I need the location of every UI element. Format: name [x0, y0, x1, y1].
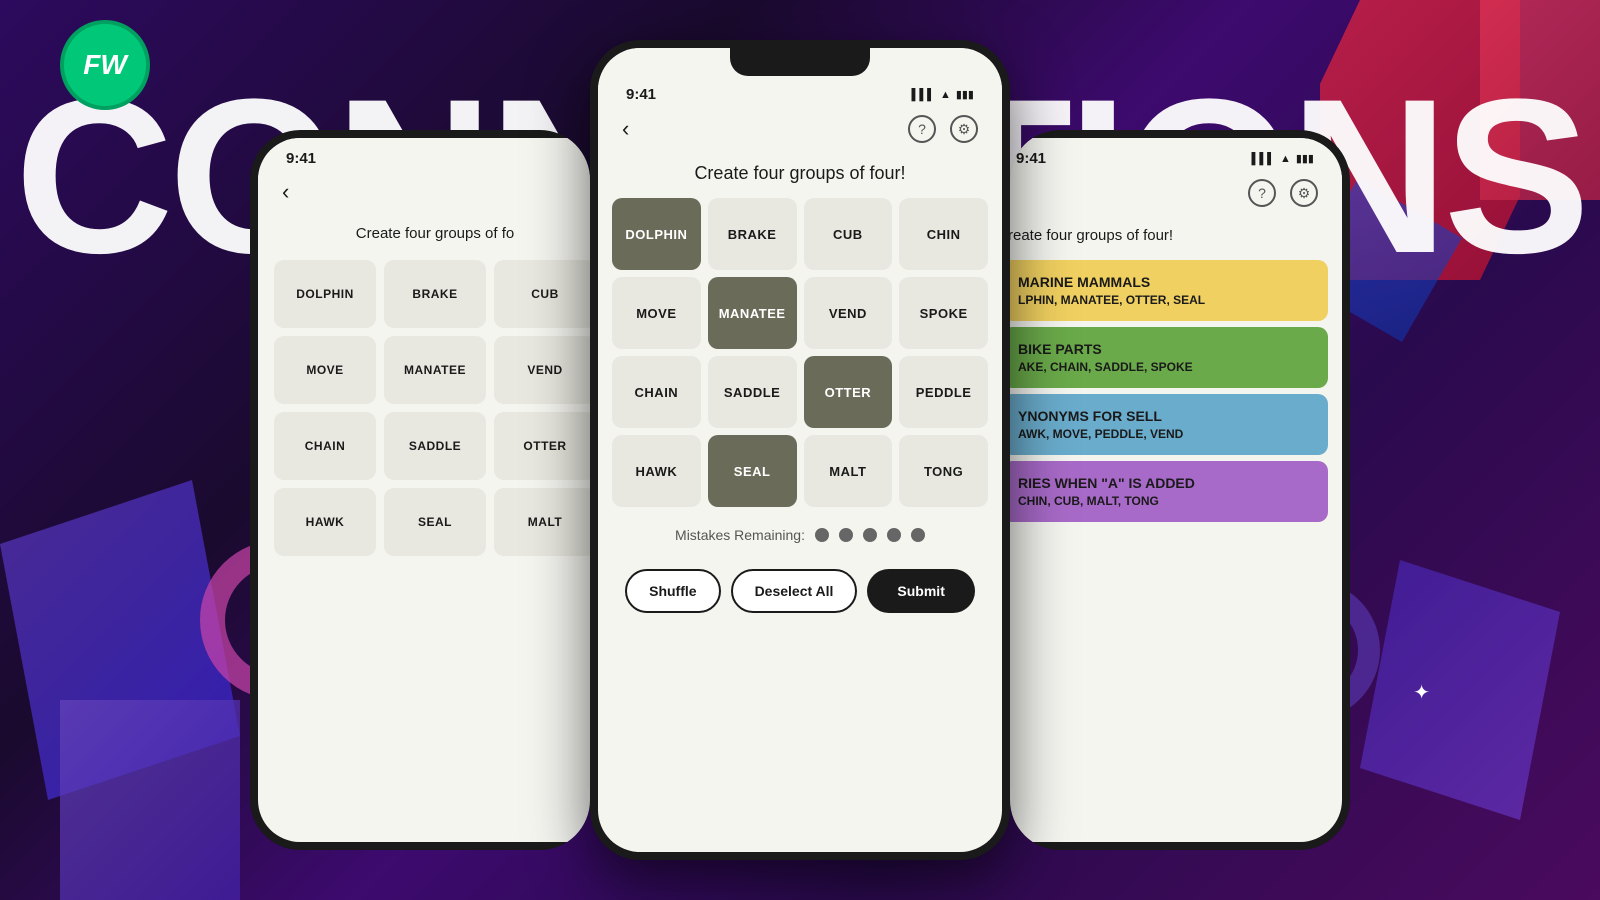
- right-status-bar: 9:41 ▌▌▌ ▲ ▮▮▮: [988, 138, 1342, 171]
- mistakes-row: Mistakes Remaining:: [598, 511, 1002, 559]
- right-settings-icon[interactable]: ⚙: [1290, 179, 1318, 207]
- category-marine: MARINE MAMMALS LPHIN, MANATEE, OTTER, SE…: [1002, 260, 1328, 321]
- right-signal-icon: ▌▌▌: [1252, 153, 1275, 165]
- center-game-title: Create four groups of four!: [598, 151, 1002, 194]
- action-buttons: Shuffle Deselect All Submit: [598, 559, 1002, 629]
- tile-dolphin-center[interactable]: DOLPHIN: [612, 198, 701, 270]
- tile-vend-center[interactable]: VEND: [804, 277, 893, 349]
- dot-4: [887, 528, 901, 542]
- tile-cub-left[interactable]: CUB: [494, 260, 596, 328]
- right-status-time: 9:41: [1016, 150, 1046, 167]
- phone-right-screen: 9:41 ▌▌▌ ▲ ▮▮▮ ? ⚙ reate four groups of …: [988, 138, 1342, 842]
- deselect-button[interactable]: Deselect All: [731, 569, 858, 613]
- tile-move-left[interactable]: MOVE: [274, 336, 376, 404]
- shuffle-button[interactable]: Shuffle: [625, 569, 720, 613]
- right-status-icons: ▌▌▌ ▲ ▮▮▮: [1252, 152, 1314, 165]
- tile-chin-center[interactable]: CHIN: [899, 198, 988, 270]
- tile-manatee-left[interactable]: MANATEE: [384, 336, 486, 404]
- center-status-icons: ▌▌▌ ▲ ▮▮▮: [912, 88, 974, 101]
- tile-peddle-center[interactable]: PEDDLE: [899, 356, 988, 428]
- tile-chain-left[interactable]: CHAIN: [274, 412, 376, 480]
- tile-brake-left[interactable]: BRAKE: [384, 260, 486, 328]
- tile-seal-center[interactable]: SEAL: [708, 435, 797, 507]
- tile-otter-left[interactable]: OTTER: [494, 412, 596, 480]
- tile-seal-left[interactable]: SEAL: [384, 488, 486, 556]
- settings-icon[interactable]: ⚙: [950, 115, 978, 143]
- center-word-grid: DOLPHIN BRAKE CUB CHIN MOVE MANATEE VEND…: [598, 194, 1002, 511]
- left-nav-back[interactable]: ‹: [282, 179, 289, 205]
- dot-2: [839, 528, 853, 542]
- battery-icon: ▮▮▮: [956, 88, 974, 101]
- right-nav: ? ⚙: [988, 171, 1342, 215]
- dot-1: [815, 528, 829, 542]
- center-status-time: 9:41: [626, 86, 656, 103]
- right-help-icon[interactable]: ?: [1248, 179, 1276, 207]
- tile-hawk-center[interactable]: HAWK: [612, 435, 701, 507]
- fw-logo: FW: [60, 20, 150, 110]
- phone-center-screen: 9:41 ▌▌▌ ▲ ▮▮▮ ‹ ? ⚙ Create four groups …: [598, 48, 1002, 852]
- left-status-bar: 9:41: [258, 138, 612, 171]
- phone-left: 9:41 ‹ Create four groups of fo DOLPHIN …: [250, 130, 620, 850]
- help-icon[interactable]: ?: [908, 115, 936, 143]
- mistakes-label: Mistakes Remaining:: [675, 527, 805, 543]
- right-battery-icon: ▮▮▮: [1296, 152, 1314, 165]
- cat-marine-words: LPHIN, MANATEE, OTTER, SEAL: [1018, 293, 1312, 307]
- center-nav: ‹ ? ⚙: [598, 107, 1002, 151]
- tile-saddle-center[interactable]: SADDLE: [708, 356, 797, 428]
- tile-spoke-center[interactable]: SPOKE: [899, 277, 988, 349]
- wifi-icon: ▲: [940, 89, 951, 101]
- dot-5: [911, 528, 925, 542]
- right-wifi-icon: ▲: [1280, 153, 1291, 165]
- category-sell: YNONYMS FOR SELL AWK, MOVE, PEDDLE, VEND: [1002, 394, 1328, 455]
- signal-icon: ▌▌▌: [912, 89, 935, 101]
- tile-hawk-left[interactable]: HAWK: [274, 488, 376, 556]
- submit-button[interactable]: Submit: [867, 569, 974, 613]
- tile-saddle-left[interactable]: SADDLE: [384, 412, 486, 480]
- cat-bike-words: AKE, CHAIN, SADDLE, SPOKE: [1018, 360, 1312, 374]
- tile-vend-left[interactable]: VEND: [494, 336, 596, 404]
- left-word-grid: DOLPHIN BRAKE CUB MOVE MANATEE VEND CHAI…: [258, 252, 612, 564]
- center-nav-back[interactable]: ‹: [622, 116, 629, 142]
- tile-otter-center[interactable]: OTTER: [804, 356, 893, 428]
- category-bike: BIKE PARTS AKE, CHAIN, SADDLE, SPOKE: [1002, 327, 1328, 388]
- cat-sell-title: YNONYMS FOR SELL: [1018, 408, 1312, 424]
- tile-tong-center[interactable]: TONG: [899, 435, 988, 507]
- phone-center: 9:41 ▌▌▌ ▲ ▮▮▮ ‹ ? ⚙ Create four groups …: [590, 40, 1010, 860]
- phone-right: 9:41 ▌▌▌ ▲ ▮▮▮ ? ⚙ reate four groups of …: [980, 130, 1350, 850]
- tile-manatee-center[interactable]: MANATEE: [708, 277, 797, 349]
- tile-cub-center[interactable]: CUB: [804, 198, 893, 270]
- right-nav-actions: ? ⚙: [1248, 179, 1318, 207]
- tile-malt-left[interactable]: MALT: [494, 488, 596, 556]
- center-notch: [730, 48, 870, 76]
- tile-malt-center[interactable]: MALT: [804, 435, 893, 507]
- tile-dolphin-left[interactable]: DOLPHIN: [274, 260, 376, 328]
- center-nav-actions: ? ⚙: [908, 115, 978, 143]
- cat-ries-title: RIES WHEN "A" IS ADDED: [1018, 475, 1312, 491]
- phones-container: 9:41 ‹ Create four groups of fo DOLPHIN …: [0, 0, 1600, 900]
- category-ries: RIES WHEN "A" IS ADDED CHIN, CUB, MALT, …: [1002, 461, 1328, 522]
- cat-bike-title: BIKE PARTS: [1018, 341, 1312, 357]
- dot-3: [863, 528, 877, 542]
- right-game-title: reate four groups of four!: [988, 215, 1342, 254]
- tile-move-center[interactable]: MOVE: [612, 277, 701, 349]
- cat-ries-words: CHIN, CUB, MALT, TONG: [1018, 494, 1312, 508]
- left-status-time: 9:41: [286, 150, 316, 167]
- cat-sell-words: AWK, MOVE, PEDDLE, VEND: [1018, 427, 1312, 441]
- tile-chain-center[interactable]: CHAIN: [612, 356, 701, 428]
- left-nav: ‹: [258, 171, 612, 213]
- tile-brake-center[interactable]: BRAKE: [708, 198, 797, 270]
- left-game-title: Create four groups of fo: [258, 213, 612, 252]
- phone-left-screen: 9:41 ‹ Create four groups of fo DOLPHIN …: [258, 138, 612, 842]
- cat-marine-title: MARINE MAMMALS: [1018, 274, 1312, 290]
